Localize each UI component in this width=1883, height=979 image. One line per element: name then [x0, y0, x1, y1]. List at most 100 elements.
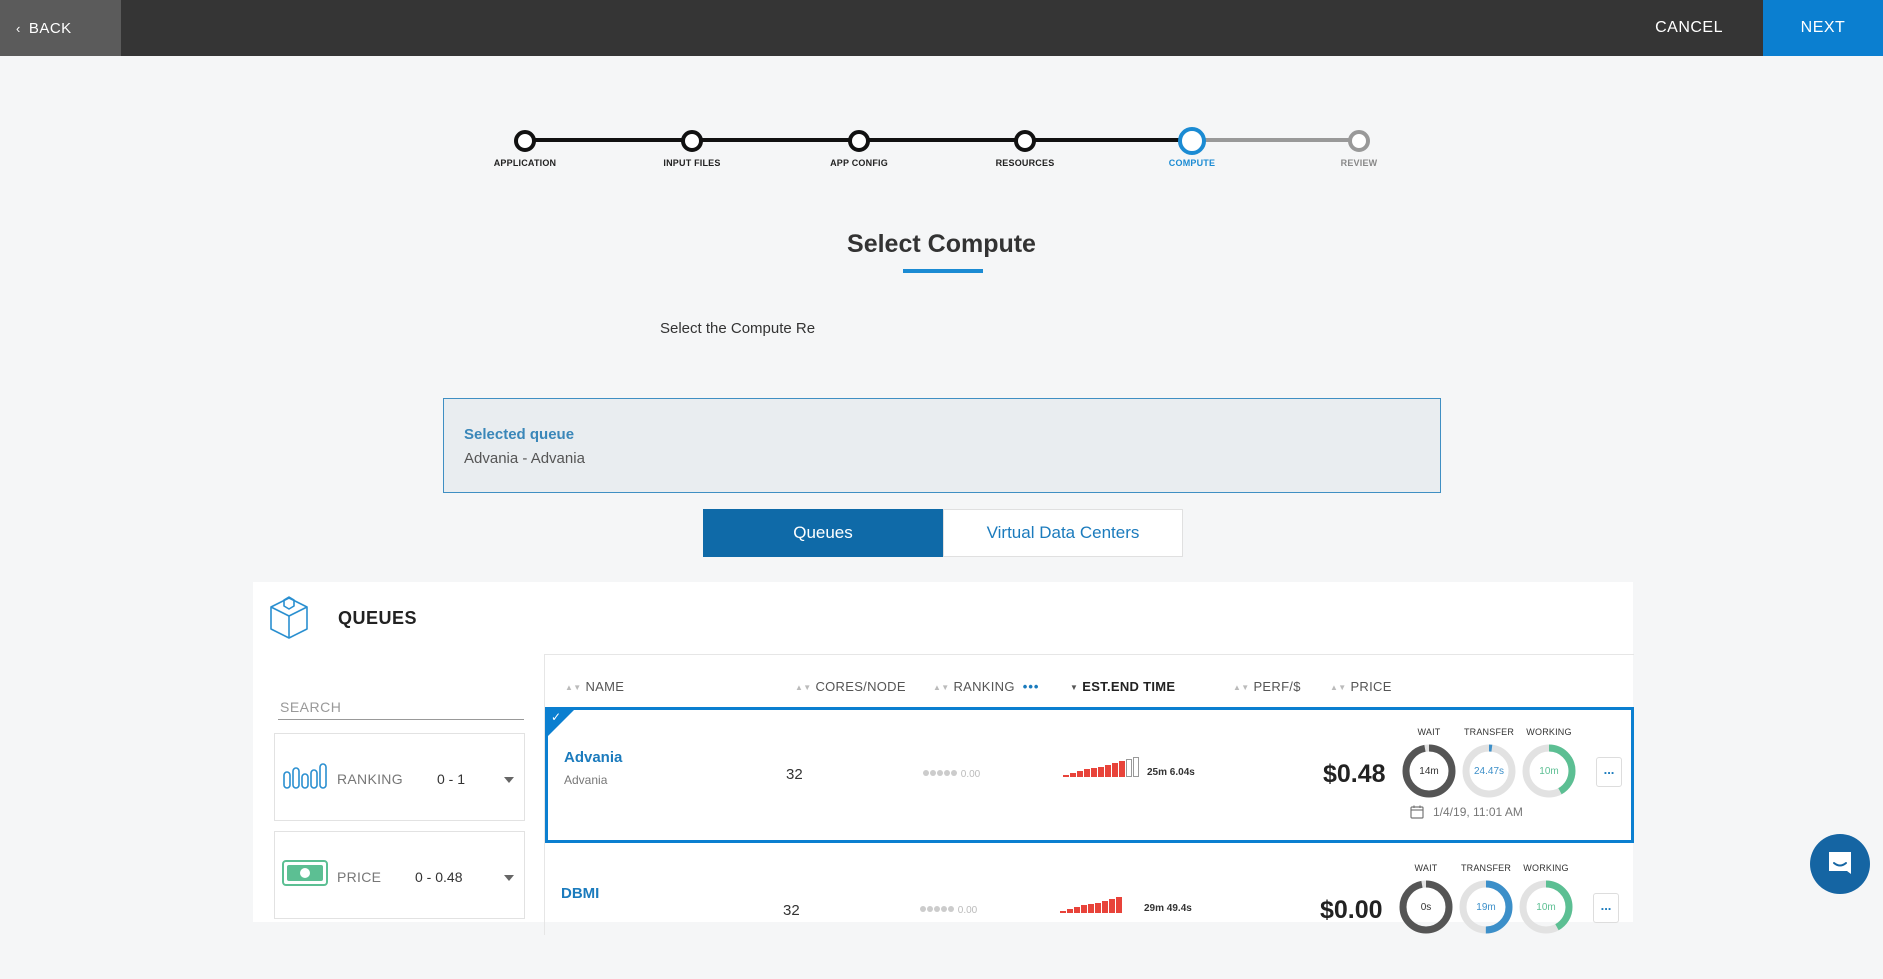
step-dot [1014, 130, 1036, 152]
selected-queue-box: Selected queue Advania - Advania [443, 398, 1441, 493]
rank-dot [937, 770, 943, 776]
time-bar [1105, 765, 1111, 777]
sort-icon: ▲▼ [1330, 683, 1347, 692]
transfer-label: TRANSFER [1463, 727, 1515, 737]
wait-value: 14m [1419, 766, 1439, 777]
rank-dot [951, 770, 957, 776]
step-dot [1178, 127, 1206, 155]
chat-button[interactable] [1810, 834, 1870, 894]
time-bar [1070, 773, 1076, 777]
ranking-more-button[interactable]: ••• [1023, 679, 1040, 694]
rank-dot [948, 906, 954, 912]
rank-dot [944, 770, 950, 776]
working-label: WORKING [1523, 863, 1569, 873]
working-value: 10m [1539, 766, 1559, 777]
wizard-stepper: APPLICATION INPUT FILES APP CONFIG RESOU… [0, 0, 1883, 180]
time-bar [1060, 911, 1066, 913]
step-label: RESOURCES [995, 158, 1055, 168]
queues-table: ▲▼ NAME ▲▼ CORES/NODE ▲▼ RANKING ••• ▼ EST.EN… [544, 654, 1634, 935]
table-row[interactable]: ✓ Advania Advania 32 0.00 25m 6.04s $0.48 WAIT… [545, 707, 1634, 843]
price-value: $0.00 [1320, 896, 1383, 924]
rank-dot [923, 770, 929, 776]
header-ranking[interactable]: ▲▼ RANKING ••• [933, 679, 1039, 694]
title-underline [903, 269, 983, 273]
step-dot [514, 130, 536, 152]
selected-queue-value: Advania - Advania [464, 450, 585, 467]
time-bar [1067, 909, 1073, 913]
ranking-filter[interactable]: RANKING 0 - 1 [274, 733, 525, 821]
tab-queues[interactable]: Queues [703, 509, 943, 557]
filter-value: 0 - 0.48 [415, 869, 463, 885]
queue-name[interactable]: Advania [564, 749, 622, 766]
step-label: APPLICATION [493, 158, 557, 168]
step-label: COMPUTE [1168, 158, 1216, 168]
price-value: $0.48 [1323, 760, 1386, 788]
row-more-button[interactable]: ... [1593, 893, 1619, 923]
header-end-time-label: EST.END TIME [1082, 679, 1176, 694]
wait-label: WAIT [1417, 727, 1441, 737]
time-bar-empty [1133, 757, 1139, 777]
wait-label: WAIT [1414, 863, 1438, 873]
step-app-config[interactable]: APP CONFIG [789, 130, 929, 168]
time-bar [1095, 903, 1101, 913]
header-price[interactable]: ▲▼ PRICE [1330, 679, 1392, 694]
transfer-label: TRANSFER [1460, 863, 1512, 873]
ranking-bars-icon [283, 763, 327, 789]
header-cores[interactable]: ▲▼ CORES/NODE [795, 679, 906, 694]
queue-name[interactable]: DBMI [561, 885, 599, 902]
step-application[interactable]: APPLICATION [455, 130, 595, 168]
price-filter[interactable]: PRICE 0 - 0.48 [274, 831, 525, 919]
header-name-label: NAME [585, 679, 625, 694]
ranking-dots: 0.00 [920, 905, 977, 916]
queue-date: 1/4/19, 11:01 AM [1433, 805, 1523, 819]
time-bar [1098, 767, 1104, 777]
cores-value: 32 [783, 902, 800, 919]
time-bar [1109, 899, 1115, 913]
money-icon [282, 860, 328, 886]
time-bar [1063, 775, 1069, 777]
intro-text: Select the Compute Re [660, 320, 816, 337]
ranking-value: 0.00 [957, 905, 978, 916]
table-row[interactable]: DBMI 32 0.00 29m 49.4s $0.00 WAIT 0s TRANSFER… [545, 843, 1634, 979]
time-bar [1077, 771, 1083, 777]
chevron-down-icon[interactable] [504, 875, 514, 881]
step-dot [681, 130, 703, 152]
selected-queue-title: Selected queue [464, 426, 575, 443]
queue-provider: Advania [564, 773, 608, 787]
search-input[interactable] [278, 694, 524, 720]
chevron-down-icon[interactable] [504, 777, 514, 783]
step-review[interactable]: REVIEW [1289, 130, 1429, 168]
panel-title: QUEUES [338, 608, 418, 628]
sort-icon: ▲▼ [565, 683, 582, 692]
header-end-time[interactable]: ▼ EST.END TIME [1070, 679, 1175, 694]
transfer-value: 24.47s [1473, 766, 1505, 777]
step-compute[interactable]: COMPUTE [1122, 127, 1262, 168]
sort-icon: ▲▼ [795, 683, 812, 692]
header-ranking-label: RANKING [953, 679, 1015, 694]
header-perf[interactable]: ▲▼ PERF/$ [1233, 679, 1301, 694]
header-name[interactable]: ▲▼ NAME [565, 679, 624, 694]
time-bar [1081, 905, 1087, 913]
step-label: INPUT FILES [663, 158, 721, 168]
end-time-bars [1060, 889, 1122, 913]
queues-panel: QUEUES RANKING 0 - 1 PRICE 0 - 0.48 ▲▼NA… [253, 582, 1634, 935]
header-cores-label: CORES/NODE [815, 679, 906, 694]
working-value: 10m [1536, 902, 1556, 913]
rank-dot [927, 906, 933, 912]
step-label: REVIEW [1340, 158, 1378, 168]
page-title: Select Compute [847, 230, 1036, 258]
step-input-files[interactable]: INPUT FILES [622, 130, 762, 168]
step-label: APP CONFIG [830, 158, 888, 168]
sort-desc-icon: ▼ [1070, 683, 1079, 692]
ranking-dots: 0.00 [923, 769, 980, 780]
working-label: WORKING [1526, 727, 1572, 737]
rank-dot [930, 770, 936, 776]
step-resources[interactable]: RESOURCES [955, 130, 1095, 168]
row-more-button[interactable]: ... [1596, 757, 1622, 787]
end-time-bars [1063, 753, 1139, 777]
filter-label: PRICE [337, 869, 382, 885]
time-bar [1102, 901, 1108, 913]
filter-label: RANKING [337, 771, 403, 787]
check-icon: ✓ [551, 710, 562, 724]
tab-virtual-data-centers[interactable]: Virtual Data Centers [943, 509, 1183, 557]
